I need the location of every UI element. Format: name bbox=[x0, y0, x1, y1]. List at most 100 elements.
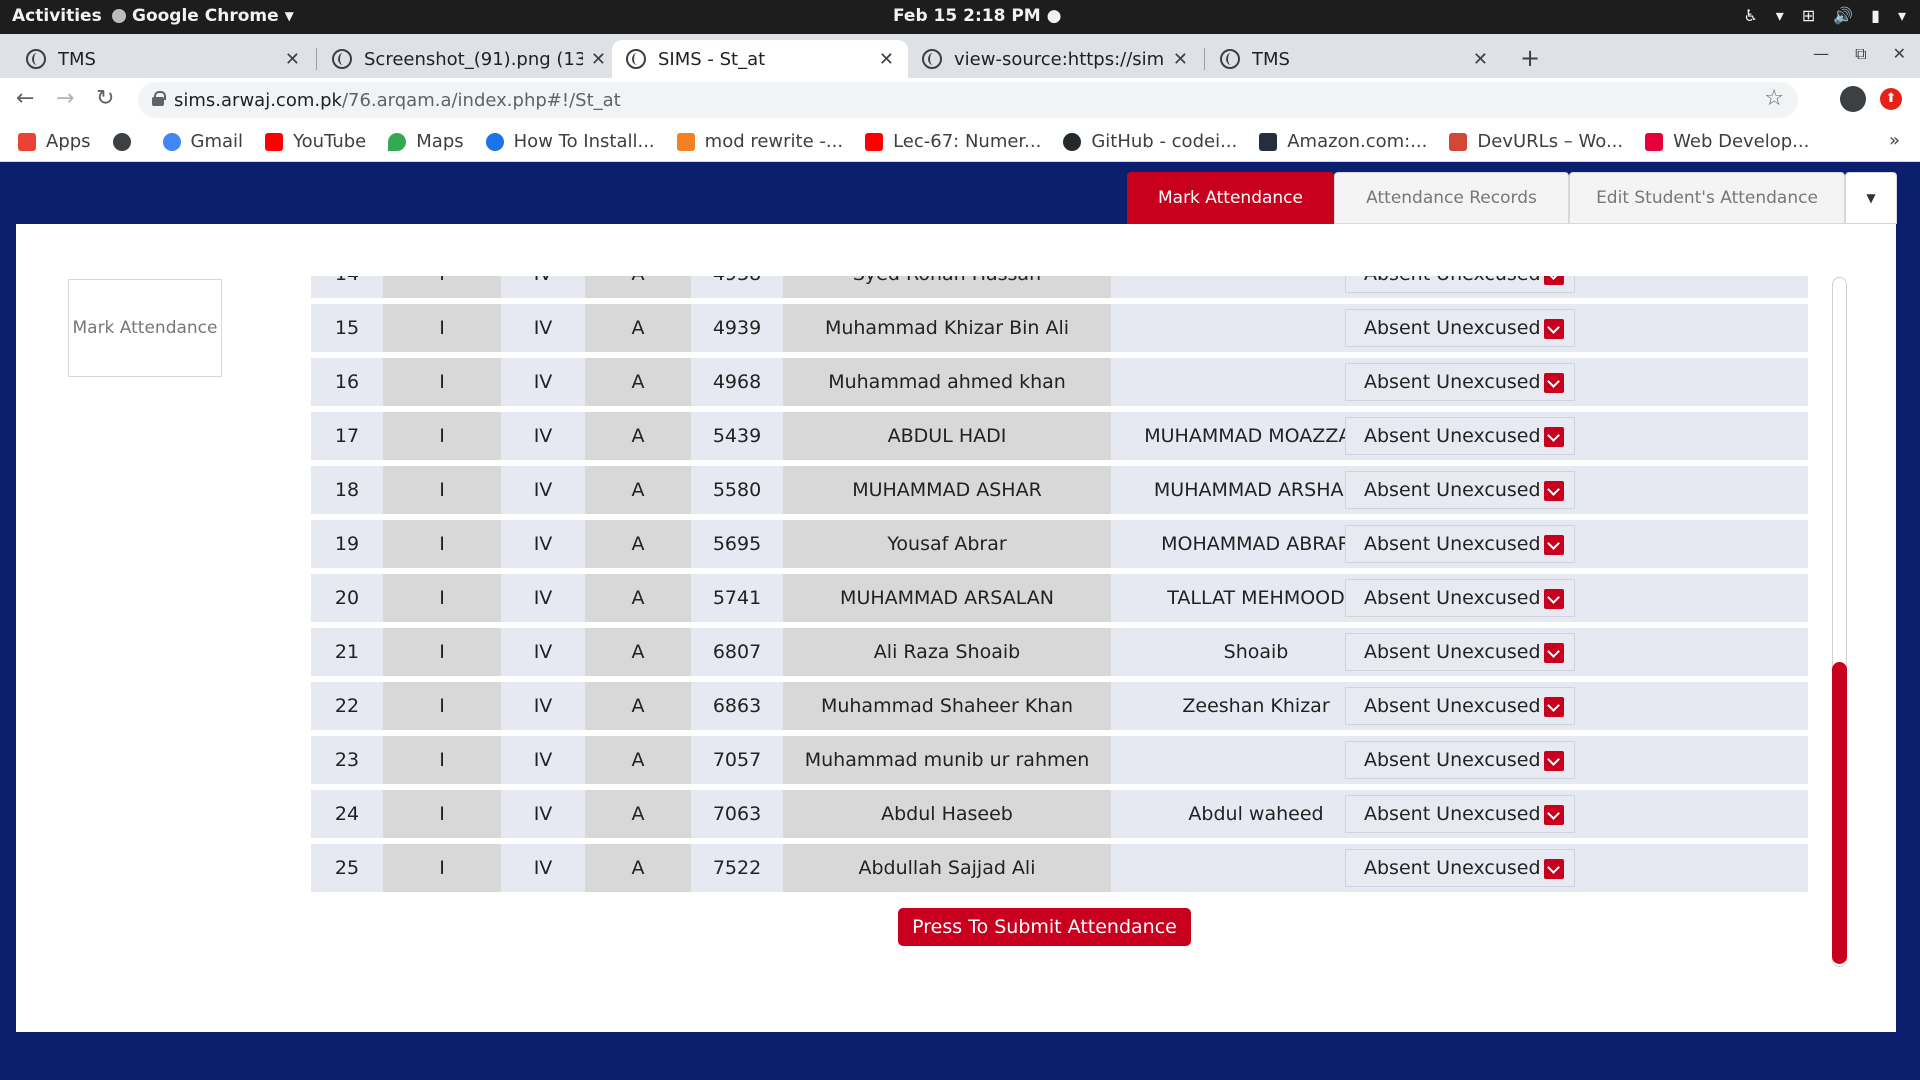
table-scrollbar-thumb[interactable] bbox=[1832, 662, 1847, 964]
chevron-down-icon bbox=[1544, 319, 1564, 339]
attendance-status-select[interactable]: Absent Unexcused bbox=[1345, 849, 1575, 887]
student-name-cell: Abdul Haseeb bbox=[783, 790, 1111, 838]
bookmarks-overflow-button[interactable]: » bbox=[1889, 130, 1900, 151]
address-bar[interactable]: sims.arwaj.com.pk/76.arqam.a/index.php#!… bbox=[138, 82, 1798, 118]
close-icon[interactable]: ✕ bbox=[591, 49, 606, 70]
bookmark-lec-67[interactable]: Lec-67: Numer... bbox=[865, 131, 1041, 152]
attendance-status-select[interactable]: Absent Unexcused bbox=[1345, 795, 1575, 833]
close-icon[interactable]: ✕ bbox=[879, 49, 894, 70]
student-name-cell: Syed Rohan Hassan bbox=[783, 276, 1111, 298]
back-icon[interactable]: ← bbox=[16, 86, 34, 111]
close-icon[interactable]: ✕ bbox=[1473, 49, 1488, 70]
sidebar-mark-attendance-button[interactable]: Mark Attendance bbox=[68, 279, 222, 377]
browser-tab-sims[interactable]: SIMS - St_at ✕ bbox=[612, 40, 908, 78]
reload-icon[interactable]: ↻ bbox=[96, 86, 114, 111]
table-row: 24 I IV A 7063 Abdul Haseeb Abdul waheed… bbox=[311, 790, 1808, 838]
bookmark-apps[interactable]: Apps bbox=[18, 131, 91, 152]
table-row: 14 I IV A 4938 Syed Rohan Hassan Absent … bbox=[311, 276, 1808, 298]
close-icon[interactable]: ✕ bbox=[285, 49, 300, 70]
attendance-status-select[interactable]: Absent Unexcused bbox=[1345, 741, 1575, 779]
tab-edit-students-attendance[interactable]: Edit Student's Attendance bbox=[1569, 172, 1845, 224]
shift-cell: I bbox=[383, 276, 501, 298]
table-row: 15 I IV A 4939 Muhammad Khizar Bin Ali A… bbox=[311, 304, 1808, 352]
bookmark-devurls[interactable]: DevURLs – Wo... bbox=[1449, 131, 1623, 152]
section-cell: A bbox=[585, 682, 691, 730]
tab-title: Screenshot_(91).png (136 bbox=[364, 48, 583, 70]
browser-tab-view-source[interactable]: view-source:https://sims.a ✕ bbox=[908, 40, 1202, 78]
tab-mark-attendance[interactable]: Mark Attendance bbox=[1127, 172, 1334, 224]
system-tray[interactable]: ♿ ▾ ⊞ 🔊 ▮ ▾ bbox=[1743, 6, 1906, 25]
bookmark-label: Gmail bbox=[190, 131, 244, 152]
volume-icon[interactable]: 🔊 bbox=[1833, 6, 1853, 25]
attendance-status-select[interactable]: Absent Unexcused bbox=[1345, 417, 1575, 455]
section-cell: A bbox=[585, 358, 691, 406]
google-icon bbox=[162, 132, 181, 151]
app-menu[interactable]: Google Chrome ▼ bbox=[112, 6, 294, 26]
bookmark-label: Web Develop... bbox=[1673, 131, 1810, 152]
minimize-icon[interactable]: — bbox=[1813, 44, 1829, 64]
apps-grid-icon bbox=[18, 132, 36, 151]
class-cell: IV bbox=[501, 682, 585, 730]
new-tab-button[interactable]: + bbox=[1520, 44, 1540, 72]
bookmark-amazon[interactable]: Amazon.com:... bbox=[1259, 131, 1427, 152]
bookmark-youtube[interactable]: YouTube bbox=[265, 131, 366, 152]
bookmark-star-icon[interactable]: ☆ bbox=[1764, 86, 1784, 111]
forward-icon[interactable]: → bbox=[56, 86, 74, 111]
bookmark-label: Lec-67: Numer... bbox=[893, 131, 1042, 152]
attendance-status-select[interactable]: Absent Unexcused bbox=[1345, 579, 1575, 617]
table-row: 20 I IV A 5741 MUHAMMAD ARSALAN TALLAT M… bbox=[311, 574, 1808, 622]
close-icon[interactable]: ✕ bbox=[1173, 49, 1188, 70]
chevron-down-icon[interactable]: ▾ bbox=[1898, 6, 1906, 25]
tabs-dropdown-button[interactable]: ▼ bbox=[1845, 172, 1897, 224]
bookmark-github[interactable]: GitHub - codei... bbox=[1063, 131, 1237, 152]
bookmark-maps[interactable]: Maps bbox=[388, 131, 464, 152]
accessibility-icon[interactable]: ♿ bbox=[1743, 6, 1757, 25]
shift-cell: I bbox=[383, 736, 501, 784]
tab-attendance-records[interactable]: Attendance Records bbox=[1334, 172, 1569, 224]
status-select-value: Absent Unexcused bbox=[1364, 317, 1541, 339]
bookmark-mod-rewrite[interactable]: mod rewrite -... bbox=[676, 131, 843, 152]
class-cell: IV bbox=[501, 304, 585, 352]
attendance-status-select[interactable]: Absent Unexcused bbox=[1345, 363, 1575, 401]
profile-avatar[interactable] bbox=[1840, 86, 1866, 112]
chevron-down-icon bbox=[1544, 805, 1564, 825]
chevron-down-icon bbox=[1544, 589, 1564, 609]
submit-attendance-button[interactable]: Press To Submit Attendance bbox=[898, 908, 1191, 946]
activities-button[interactable]: Activities bbox=[12, 6, 102, 26]
student-name-cell: Muhammad Khizar Bin Ali bbox=[783, 304, 1111, 352]
chevron-down-icon bbox=[1544, 535, 1564, 555]
lock-icon[interactable] bbox=[152, 91, 166, 106]
attendance-status-select[interactable]: Absent Unexcused bbox=[1345, 525, 1575, 563]
attendance-status-select[interactable]: Absent Unexcused bbox=[1345, 471, 1575, 509]
class-cell: IV bbox=[501, 276, 585, 298]
tab-title: view-source:https://sims.a bbox=[954, 48, 1165, 70]
student-id-cell: 5439 bbox=[691, 412, 783, 460]
bookmark-globe[interactable] bbox=[112, 132, 141, 151]
table-row: 19 I IV A 5695 Yousaf Abrar MOHAMMAD ABR… bbox=[311, 520, 1808, 568]
extension-icon[interactable]: ⬆ bbox=[1880, 88, 1902, 110]
attendance-status-select[interactable]: Absent Unexcused bbox=[1345, 276, 1575, 293]
student-id-cell: 5580 bbox=[691, 466, 783, 514]
url-path: /76.arqam.a/index.php#!/St_at bbox=[341, 89, 621, 111]
restore-icon[interactable]: ⧉ bbox=[1855, 44, 1866, 64]
chevron-down-icon bbox=[1544, 481, 1564, 501]
network-icon[interactable]: ⊞ bbox=[1802, 6, 1815, 25]
battery-icon[interactable]: ▮ bbox=[1871, 6, 1880, 25]
bookmark-how-to-install[interactable]: How To Install... bbox=[485, 131, 655, 152]
browser-toolbar: ← → ↻ sims.arwaj.com.pk/76.arqam.a/index… bbox=[0, 78, 1920, 122]
browser-tab-screenshot[interactable]: Screenshot_(91).png (136 ✕ bbox=[318, 40, 620, 78]
browser-tab-tms[interactable]: TMS ✕ bbox=[12, 40, 314, 78]
sr-cell: 21 bbox=[311, 628, 383, 676]
clock[interactable]: Feb 15 2:18 PM ● bbox=[893, 6, 1061, 26]
browser-tab-tms-2[interactable]: TMS ✕ bbox=[1206, 40, 1502, 78]
attendance-status-select[interactable]: Absent Unexcused bbox=[1345, 633, 1575, 671]
close-window-icon[interactable]: ✕ bbox=[1893, 44, 1906, 64]
attendance-status-select[interactable]: Absent Unexcused bbox=[1345, 687, 1575, 725]
chevron-down-icon[interactable]: ▾ bbox=[1776, 6, 1784, 25]
section-cell: A bbox=[585, 736, 691, 784]
bookmark-gmail[interactable]: Gmail bbox=[162, 131, 244, 152]
devurls-icon bbox=[1449, 132, 1468, 151]
attendance-status-select[interactable]: Absent Unexcused bbox=[1345, 309, 1575, 347]
bookmark-web-develop[interactable]: Web Develop... bbox=[1645, 131, 1809, 152]
student-name-cell: ABDUL HADI bbox=[783, 412, 1111, 460]
